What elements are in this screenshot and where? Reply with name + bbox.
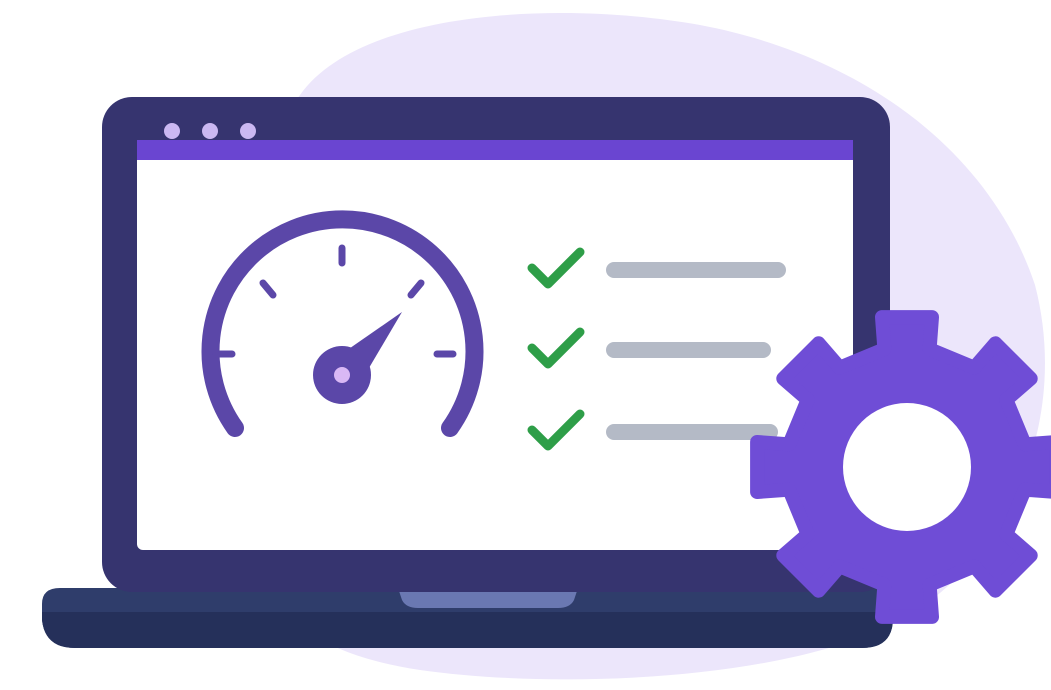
dot-icon [164,123,180,139]
dot-icon [202,123,218,139]
dot-icon [240,123,256,139]
gear-hole [843,403,971,531]
gauge-hub-dot [334,367,350,383]
window-title-bar [137,140,853,160]
laptop-base-edge [42,612,893,648]
laptop-performance-illustration [42,13,1051,680]
illustration [0,0,1051,685]
gear-icon [750,310,1051,624]
